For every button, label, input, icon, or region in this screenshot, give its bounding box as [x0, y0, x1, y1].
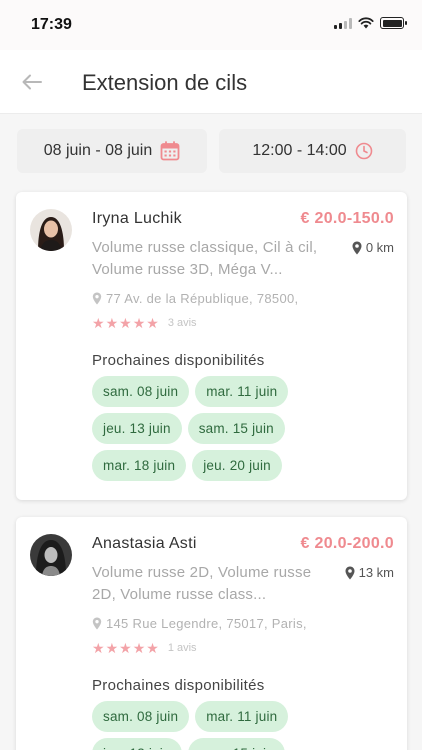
location-pin-icon: [352, 241, 362, 254]
availability-title: Prochaines disponibilités: [92, 352, 265, 369]
date-range-label: 08 juin - 08 juin: [43, 142, 153, 159]
review-count: 1 avis: [167, 642, 197, 654]
avatar: [30, 534, 72, 576]
star-icon: ★: [92, 315, 105, 331]
address-text: 145 Rue Legendre, 75017, Paris,: [106, 616, 307, 631]
rating: ★ ★ ★ ★ ★ 3 avis: [92, 316, 197, 330]
star-icon: ★: [146, 640, 159, 656]
page-title: Extension de cils: [82, 70, 248, 95]
price-range: € 20.0-200.0: [300, 535, 394, 552]
address: 145 Rue Legendre, 75017, Paris,: [92, 616, 307, 631]
status-bar: 17:39: [0, 0, 422, 50]
distance-value: 13 km: [358, 565, 394, 580]
cellular-signal-icon: [334, 17, 352, 29]
listing-card[interactable]: Iryna Luchik € 20.0-150.0 Volume russe c…: [16, 192, 407, 500]
location-pin-icon: [92, 617, 102, 630]
status-icons: [334, 17, 407, 29]
address: 77 Av. de la République, 78500,: [92, 291, 298, 306]
location-pin-icon: [345, 566, 355, 579]
back-button[interactable]: [18, 68, 46, 96]
arrow-left-icon: [22, 74, 42, 90]
slot-chip[interactable]: mar. 11 juin: [195, 701, 289, 732]
location-pin-icon: [92, 292, 102, 305]
slot-chip[interactable]: sam. 08 juin: [92, 376, 190, 407]
avatar: [30, 209, 72, 251]
slot-chip[interactable]: jeu. 13 juin: [92, 413, 182, 444]
status-time: 17:39: [31, 16, 72, 33]
distance: 0 km: [352, 240, 394, 255]
slot-chip[interactable]: jeu. 13 juin: [92, 738, 182, 750]
battery-icon: [380, 17, 407, 29]
specialist-name: Anastasia Asti: [92, 535, 197, 552]
distance-value: 0 km: [365, 240, 394, 255]
distance: 13 km: [345, 565, 394, 580]
time-range-label: 12:00 - 14:00: [252, 142, 347, 159]
availability-title: Prochaines disponibilités: [92, 677, 265, 694]
availability-slots: sam. 08 juin mar. 11 juin jeu. 13 juin s…: [92, 701, 307, 750]
app-header: Extension de cils: [0, 50, 422, 114]
listing-card[interactable]: Anastasia Asti € 20.0-200.0 Volume russe…: [16, 517, 407, 750]
services-list: Volume russe classique, Cil à cil, Volum…: [92, 239, 318, 278]
review-count: 3 avis: [167, 317, 197, 329]
star-icon: ★: [119, 315, 132, 331]
time-range-filter[interactable]: 12:00 - 14:00: [219, 129, 406, 173]
slot-chip[interactable]: sam. 15 juin: [187, 738, 285, 750]
rating: ★ ★ ★ ★ ★ 1 avis: [92, 641, 197, 655]
filter-bar: 08 juin - 08 juin 12:00 - 14:00: [17, 129, 406, 173]
star-icon: ★: [132, 315, 146, 331]
availability-slots: sam. 08 juin mar. 11 juin jeu. 13 juin s…: [92, 376, 307, 481]
date-range-filter[interactable]: 08 juin - 08 juin: [17, 129, 207, 173]
slot-chip[interactable]: jeu. 20 juin: [192, 450, 282, 481]
clock-icon: [355, 142, 372, 160]
star-icon: ★: [105, 640, 119, 656]
slot-chip[interactable]: mar. 18 juin: [92, 450, 187, 481]
star-icon: ★: [119, 640, 132, 656]
services-list: Volume russe 2D, Volume russe 2D, Volume…: [92, 564, 312, 603]
star-icon: ★: [105, 315, 119, 331]
specialist-name: Iryna Luchik: [92, 210, 182, 227]
slot-chip[interactable]: mar. 11 juin: [195, 376, 289, 407]
calendar-icon: [160, 141, 180, 161]
wifi-icon: [358, 17, 374, 29]
star-icon: ★: [146, 315, 159, 331]
address-text: 77 Av. de la République, 78500,: [106, 291, 299, 306]
price-range: € 20.0-150.0: [300, 210, 394, 227]
star-icon: ★: [132, 640, 146, 656]
slot-chip[interactable]: sam. 08 juin: [92, 701, 190, 732]
star-icon: ★: [92, 640, 105, 656]
slot-chip[interactable]: sam. 15 juin: [187, 413, 285, 444]
